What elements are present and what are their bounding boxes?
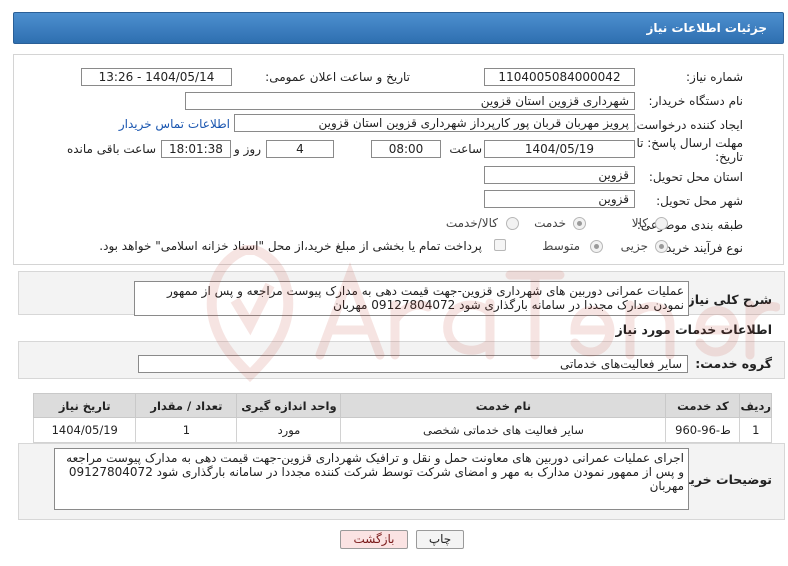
delivery-city-field[interactable]: قزوین bbox=[484, 190, 635, 208]
buyer-org-label: نام دستگاه خریدار: bbox=[648, 94, 744, 108]
col-quantity: تعداد / مقدار bbox=[135, 393, 238, 418]
category-radio-service[interactable] bbox=[573, 217, 586, 230]
requester-field[interactable]: پرویز مهربان قربان پور کارپرداز شهرداری … bbox=[234, 114, 635, 132]
category-option-goods-service: کالا/خدمت bbox=[445, 216, 498, 230]
treasury-payment-note: پرداخت تمام یا بخشی از مبلغ خرید،از محل … bbox=[99, 239, 482, 253]
buyer-contact-link[interactable]: اطلاعات تماس خریدار bbox=[119, 117, 230, 131]
page-header: جزئیات اطلاعات نیاز bbox=[13, 12, 784, 44]
requester-label: ایجاد کننده درخواست: bbox=[632, 118, 743, 132]
col-need-date: تاریخ نیاز bbox=[32, 393, 137, 418]
purchase-type-label: نوع فرآیند خرید : bbox=[658, 241, 743, 255]
back-button[interactable]: بازگشت bbox=[340, 530, 408, 549]
purchase-option-medium: متوسط bbox=[542, 239, 580, 253]
deadline-time-field[interactable]: 08:00 bbox=[371, 140, 441, 158]
need-number-label: شماره نیاز: bbox=[686, 70, 743, 84]
col-unit: واحد اندازه گیری bbox=[236, 393, 342, 418]
deadline-label-line2: تاریخ: bbox=[715, 150, 743, 164]
need-number-field[interactable]: 1104005084000042 bbox=[484, 68, 635, 86]
services-section-title: اطلاعات خدمات مورد نیاز bbox=[615, 322, 773, 337]
category-label: طبقه بندی موضوعی: bbox=[636, 218, 743, 232]
treasury-payment-checkbox[interactable] bbox=[494, 239, 506, 251]
cell-service-code: ط-96-960 bbox=[665, 417, 741, 443]
announce-datetime-label: تاریخ و ساعت اعلان عمومی: bbox=[265, 70, 410, 84]
cell-row-number: 1 bbox=[739, 417, 772, 443]
deadline-date-field[interactable]: 1404/05/19 bbox=[484, 140, 635, 158]
purchase-radio-medium[interactable] bbox=[590, 240, 603, 253]
table-header-row: ردیف کد خدمت نام خدمت واحد اندازه گیری ت… bbox=[32, 393, 772, 418]
category-radio-goods-service[interactable] bbox=[506, 217, 519, 230]
cell-service-name: سایر فعالیت های خدماتی شخصی bbox=[340, 417, 667, 443]
purchase-radio-minor[interactable] bbox=[655, 240, 668, 253]
category-option-goods: کالا bbox=[631, 216, 648, 230]
col-row-number: ردیف bbox=[739, 393, 772, 418]
category-radio-goods[interactable] bbox=[655, 217, 668, 230]
delivery-province-label: استان محل تحویل: bbox=[648, 170, 743, 184]
services-table: ردیف کد خدمت نام خدمت واحد اندازه گیری ت… bbox=[32, 393, 772, 443]
announce-datetime-field[interactable]: 1404/05/14 - 13:26 bbox=[81, 68, 232, 86]
print-button[interactable]: چاپ bbox=[416, 530, 464, 549]
remaining-days-field[interactable]: 4 bbox=[266, 140, 334, 158]
cell-quantity: 1 bbox=[135, 417, 238, 443]
table-row[interactable]: 1 ط-96-960 سایر فعالیت های خدماتی شخصی م… bbox=[32, 417, 772, 443]
summary-text[interactable]: عملیات عمرانی دوربین های شهرداری قزوین-ج… bbox=[134, 281, 689, 316]
category-option-service: خدمت bbox=[534, 216, 566, 230]
buyer-notes-text[interactable]: اجرای عملیات عمرانی دوربین های معاونت حم… bbox=[54, 448, 689, 510]
buyer-org-field[interactable]: شهرداری قزوین استان قزوین bbox=[185, 92, 635, 110]
remaining-time-label: ساعت باقی مانده bbox=[66, 142, 156, 156]
service-group-label: گروه خدمت: bbox=[695, 356, 772, 371]
col-service-name: نام خدمت bbox=[340, 393, 667, 418]
cell-need-date: 1404/05/19 bbox=[32, 417, 137, 443]
service-group-field[interactable]: سایر فعالیت‌های خدماتی bbox=[138, 355, 688, 373]
summary-label: شرح کلی نیاز: bbox=[682, 292, 772, 307]
page-title: جزئیات اطلاعات نیاز bbox=[646, 21, 767, 35]
purchase-option-minor: جزیی bbox=[620, 239, 648, 253]
deadline-time-label: ساعت bbox=[449, 142, 482, 156]
remaining-time-field[interactable]: 18:01:38 bbox=[161, 140, 231, 158]
days-label: روز و bbox=[234, 142, 261, 156]
deadline-label-line1: مهلت ارسال پاسخ: تا bbox=[636, 136, 743, 150]
delivery-city-label: شهر محل تحویل: bbox=[656, 194, 743, 208]
col-service-code: کد خدمت bbox=[665, 393, 741, 418]
cell-unit: مورد bbox=[236, 417, 342, 443]
delivery-province-field[interactable]: قزوین bbox=[484, 166, 635, 184]
